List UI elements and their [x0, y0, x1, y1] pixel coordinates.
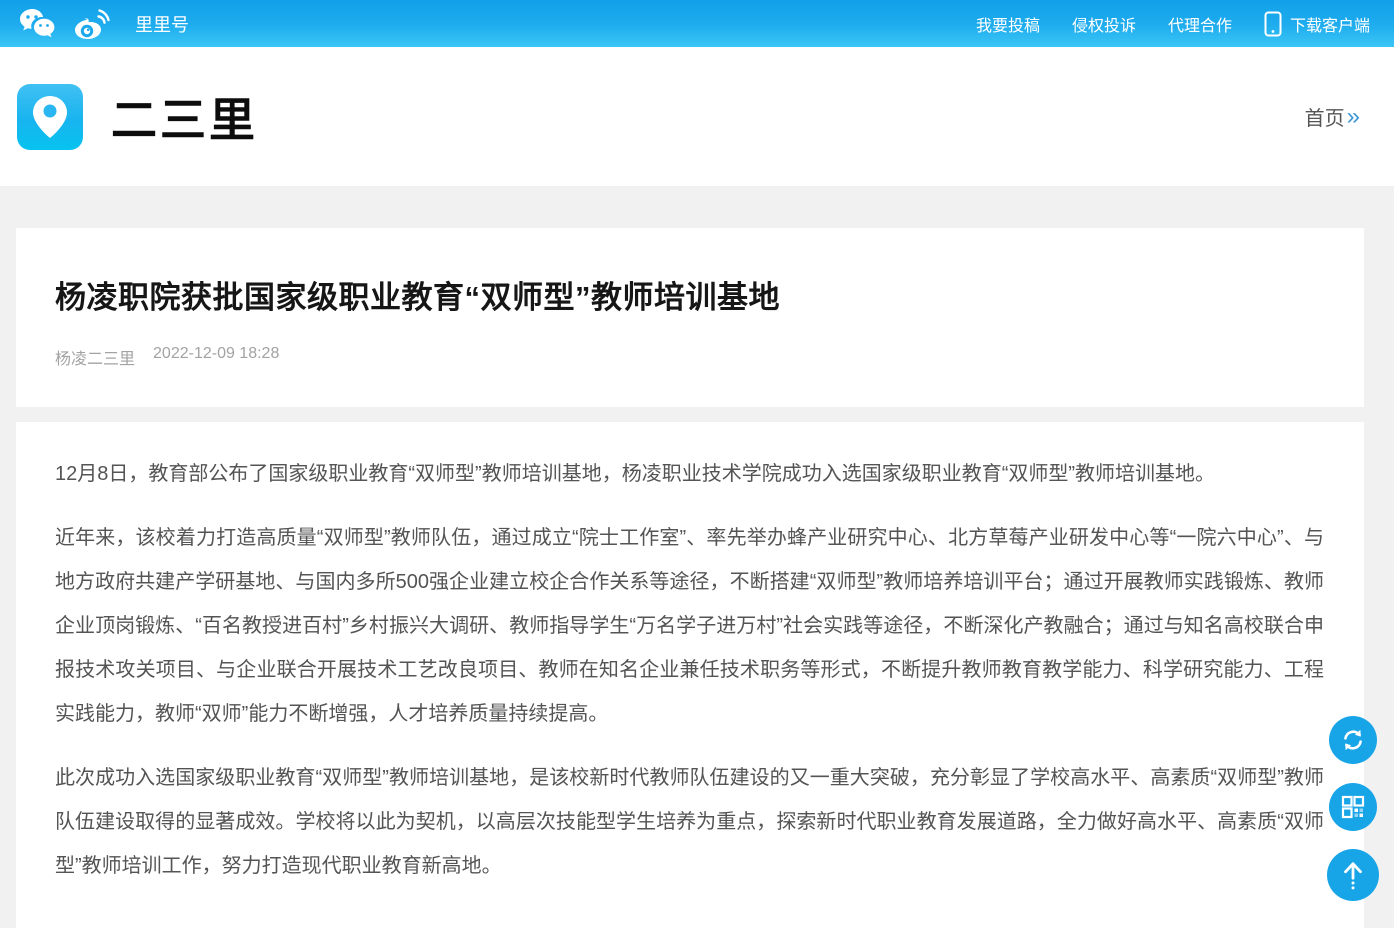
qrcode-button[interactable]	[1329, 783, 1377, 831]
brand-name: 二三里	[111, 84, 258, 150]
home-label: 首页	[1305, 102, 1345, 131]
article-title: 杨凌职院获批国家级职业教育“双师型”教师培训基地	[55, 272, 1324, 317]
article-meta: 杨凌二三里 2022-12-09 18:28	[55, 345, 1324, 369]
article-paragraph: 此次成功入选国家级职业教育“双师型”教师培训基地，是该校新时代教师队伍建设的又一…	[55, 756, 1324, 888]
article-body: 12月8日，教育部公布了国家级职业教育“双师型”教师培训基地，杨凌职业技术学院成…	[55, 452, 1324, 888]
refresh-button[interactable]	[1329, 716, 1377, 764]
site-header: 二三里 首页 »	[0, 47, 1394, 186]
topbar-link-report[interactable]: 侵权投诉	[1072, 12, 1136, 36]
topbar-links: 我要投稿 侵权投诉 代理合作 下载客户端	[976, 11, 1370, 37]
chevron-right-icon: »	[1347, 105, 1360, 129]
page-content: 杨凌职院获批国家级职业教育“双师型”教师培训基地 杨凌二三里 2022-12-0…	[0, 186, 1394, 928]
home-link[interactable]: 首页 »	[1305, 102, 1360, 131]
article-body-card: 12月8日，教育部公布了国家级职业教育“双师型”教师培训基地，杨凌职业技术学院成…	[16, 422, 1364, 928]
refresh-icon	[1340, 727, 1366, 753]
site-logo[interactable]: 二三里	[17, 84, 258, 150]
article-author: 杨凌二三里	[55, 345, 135, 369]
article-date: 2022-12-09 18:28	[153, 345, 279, 369]
article-paragraph: 12月8日，教育部公布了国家级职业教育“双师型”教师培训基地，杨凌职业技术学院成…	[55, 452, 1324, 496]
topbar: 里里号 我要投稿 侵权投诉 代理合作 下载客户端	[0, 0, 1394, 47]
arrow-up-icon	[1340, 860, 1366, 890]
topbar-social-group	[17, 7, 111, 41]
article-paragraph: 近年来，该校着力打造高质量“双师型”教师队伍，通过成立“院士工作室”、率先举办蜂…	[55, 516, 1324, 736]
weibo-icon[interactable]	[71, 7, 111, 41]
wechat-icon[interactable]	[17, 7, 57, 41]
topbar-link-submit[interactable]: 我要投稿	[976, 12, 1040, 36]
article-header-card: 杨凌职院获批国家级职业教育“双师型”教师培训基地 杨凌二三里 2022-12-0…	[16, 228, 1364, 407]
topbar-link-agency[interactable]: 代理合作	[1168, 12, 1232, 36]
location-pin-icon	[17, 84, 83, 150]
topbar-link-download[interactable]: 下载客户端	[1264, 11, 1370, 37]
qrcode-icon	[1341, 795, 1365, 819]
topbar-channel-link[interactable]: 里里号	[135, 11, 189, 37]
phone-icon	[1264, 11, 1282, 37]
download-label: 下载客户端	[1290, 12, 1370, 36]
back-to-top-button[interactable]	[1327, 849, 1379, 901]
